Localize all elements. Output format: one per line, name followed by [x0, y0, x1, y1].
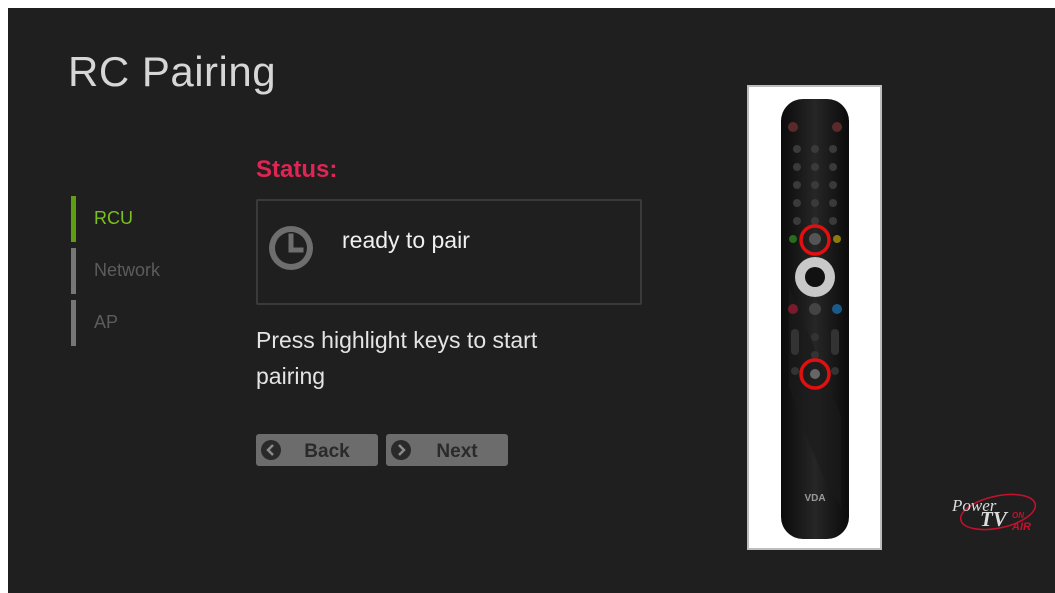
back-button[interactable]: Back [256, 434, 378, 466]
next-button-label: Next [436, 441, 478, 462]
remote-image: VDA [747, 85, 882, 550]
instruction-text: Press highlight keys to start pairing [256, 327, 538, 389]
clock-icon [269, 226, 313, 270]
nav-item-label: RCU [94, 208, 133, 228]
powertv-logo: Power TV ON AIR [951, 493, 1037, 533]
svg-text:AIR: AIR [1011, 521, 1031, 533]
status-text: ready to pair [342, 227, 470, 253]
svg-text:ON: ON [1012, 511, 1024, 520]
status-box: ready to pair [256, 199, 642, 305]
nav-item-label: AP [94, 312, 119, 332]
next-button[interactable]: Next [386, 434, 508, 466]
remote-control-illustration: VDA [781, 99, 849, 539]
status-heading: Status: [256, 156, 338, 183]
nav-item-rcu[interactable]: RCU [71, 196, 196, 242]
nav-item-label: Network [94, 260, 161, 280]
nav-item-network[interactable]: Network [71, 248, 196, 294]
nav-item-ap[interactable]: AP [71, 300, 196, 346]
svg-text:TV: TV [980, 507, 1009, 531]
back-button-label: Back [304, 441, 350, 462]
screen: RC Pairing RCU Network AP Status: ready … [8, 8, 1055, 593]
page-title: RC Pairing [68, 48, 277, 95]
remote-brand-mark: VDA [804, 493, 825, 504]
